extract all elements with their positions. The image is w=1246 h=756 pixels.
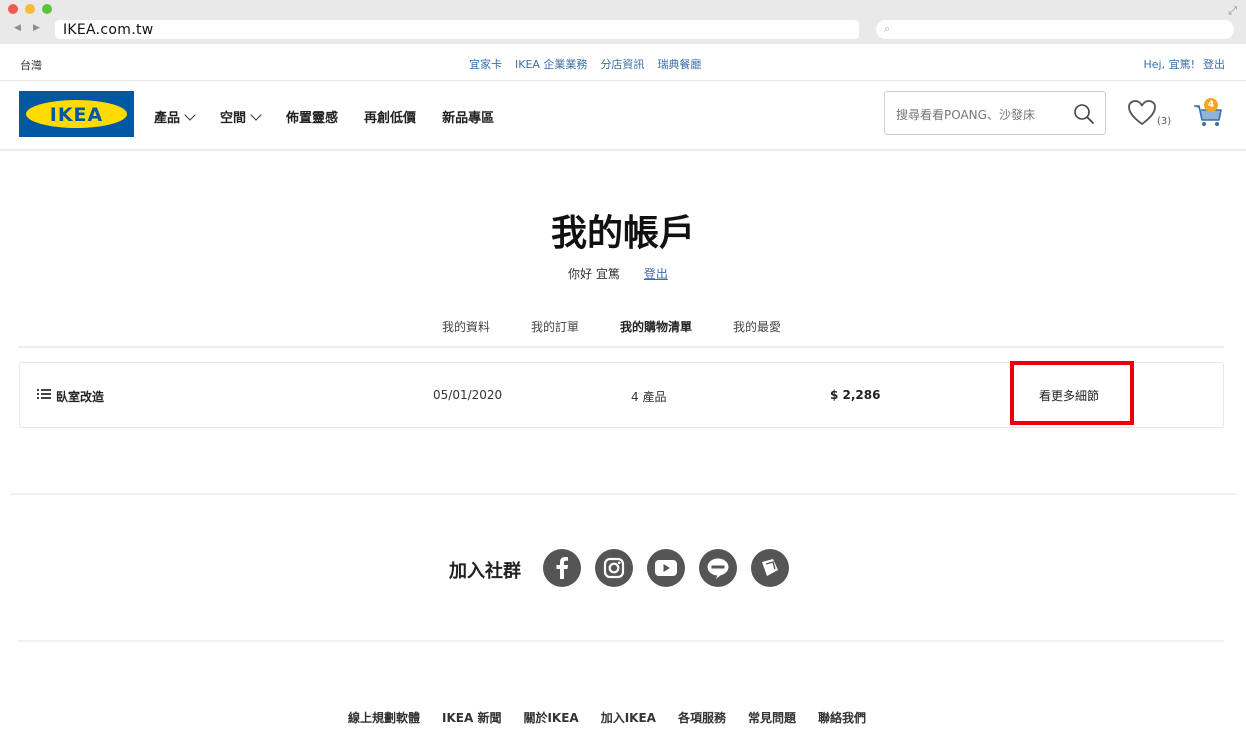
facebook-icon[interactable] [543,549,581,587]
footer-link-faq[interactable]: 常見問題 [748,709,796,726]
nav-item-products[interactable]: 產品 [154,107,196,126]
nav-item-label: 佈置靈感 [286,111,339,126]
user-links: Hej, 宜篤! 登出 [1144,56,1226,72]
nav-item-label: 新品專區 [442,111,495,126]
nav-item-rooms[interactable]: 空間 [220,107,262,126]
section-divider [10,493,1236,495]
shopping-list-date: 05/01/2020 [433,388,503,402]
ikea-logo[interactable]: IKEA [19,91,134,137]
footer-link-contact[interactable]: 聯絡我們 [818,709,866,726]
tab-my-shopping-list[interactable]: 我的購物清單 [620,318,692,335]
heart-icon[interactable] [1127,99,1157,127]
nav-item-inspiration[interactable]: 佈置靈感 [286,107,338,126]
maximize-window-button[interactable] [42,4,52,14]
nav-item-new[interactable]: 新品專區 [442,107,494,126]
tab-my-favorites[interactable]: 我的最愛 [733,318,781,335]
footer-link-careers[interactable]: 加入IKEA [601,709,656,726]
close-window-button[interactable] [8,4,18,14]
nav-item-label: 產品 [154,111,181,126]
logo-text: IKEA [49,104,104,126]
tabs-divider [18,346,1224,348]
main-navigation: IKEA 產品 空間 佈置靈感 再創低價 新品專區 搜尋看看POANG、沙發床 … [0,81,1246,151]
search-icon: ⌕ [884,22,891,35]
chevron-down-icon [184,108,196,121]
top-logout-link[interactable]: 登出 [1203,56,1225,72]
browser-search-input[interactable]: ⌕ [876,20,1234,39]
view-details-link[interactable]: 看更多細節 [1039,387,1099,404]
search-placeholder: 搜尋看看POANG、沙發床 [896,108,1035,122]
top-link-restaurant[interactable]: 瑞典餐廳 [657,56,701,72]
footer-link-planner[interactable]: 線上規劃軟體 [348,709,420,726]
chevron-down-icon [250,108,262,121]
top-link-business[interactable]: IKEA 企業業務 [515,56,587,72]
logout-link[interactable]: 登出 [644,265,668,282]
search-input[interactable]: 搜尋看看POANG、沙發床 [884,91,1106,135]
search-icon[interactable] [1073,103,1095,125]
expand-icon[interactable]: ⤢ [1228,4,1237,18]
greeting-text: 你好 宜篤 [568,267,620,281]
address-bar[interactable]: IKEA.com.tw [55,20,859,39]
footer-links: 線上規劃軟體 IKEA 新聞 關於IKEA 加入IKEA 各項服務 常見問題 聯… [348,709,866,726]
top-links: 宜家卡 IKEA 企業業務 分店資訊 瑞典餐廳 [469,56,701,72]
tab-my-orders[interactable]: 我的訂單 [531,318,579,335]
social-icons [543,549,789,587]
footer-link-about[interactable]: 關於IKEA [523,709,578,726]
shopping-list-product-count: 4 產品 [631,390,667,404]
user-greeting-link[interactable]: Hej, 宜篤! [1144,56,1196,72]
nav-items: 產品 空間 佈置靈感 再創低價 新品專區 [154,107,520,126]
footer-link-services[interactable]: 各項服務 [678,709,726,726]
region-label[interactable]: 台灣 [20,57,42,73]
nav-item-lower-price[interactable]: 再創低價 [364,107,416,126]
section-divider [18,640,1224,642]
cart-count-badge: 4 [1204,98,1218,112]
nav-item-label: 再創低價 [364,111,417,126]
account-tabs: 我的資料 我的訂單 我的購物清單 我的最愛 [442,318,822,335]
instagram-icon[interactable] [595,549,633,587]
top-link-ikea-card[interactable]: 宜家卡 [469,56,502,72]
greeting-row: 你好 宜篤 登出 [568,265,668,282]
minimize-window-button[interactable] [25,4,35,14]
top-link-stores[interactable]: 分店資訊 [600,56,644,72]
youtube-icon[interactable] [647,549,685,587]
list-icon [37,389,51,399]
back-button[interactable]: ◀ [14,23,21,33]
footer-link-news[interactable]: IKEA 新聞 [442,709,501,726]
social-title: 加入社群 [449,561,521,582]
shopping-list-name[interactable]: 臥室改造 [56,388,104,405]
browser-chrome: ⤢ ◀ ▶ IKEA.com.tw ⌕ [0,0,1246,44]
tab-my-profile[interactable]: 我的資料 [442,318,490,335]
forward-button[interactable]: ▶ [33,23,40,33]
logo-oval: IKEA [26,100,127,128]
page-title: 我的帳戶 [550,213,695,254]
nav-item-label: 空間 [220,111,247,126]
line-icon[interactable] [699,549,737,587]
top-utility-bar: 台灣 宜家卡 IKEA 企業業務 分店資訊 瑞典餐廳 Hej, 宜篤! 登出 [0,44,1246,81]
wishlist-count: (3) [1157,116,1172,127]
other-social-icon[interactable] [751,549,789,587]
shopping-list-price: $ 2,286 [830,388,881,402]
url-text: IKEA.com.tw [63,22,154,38]
